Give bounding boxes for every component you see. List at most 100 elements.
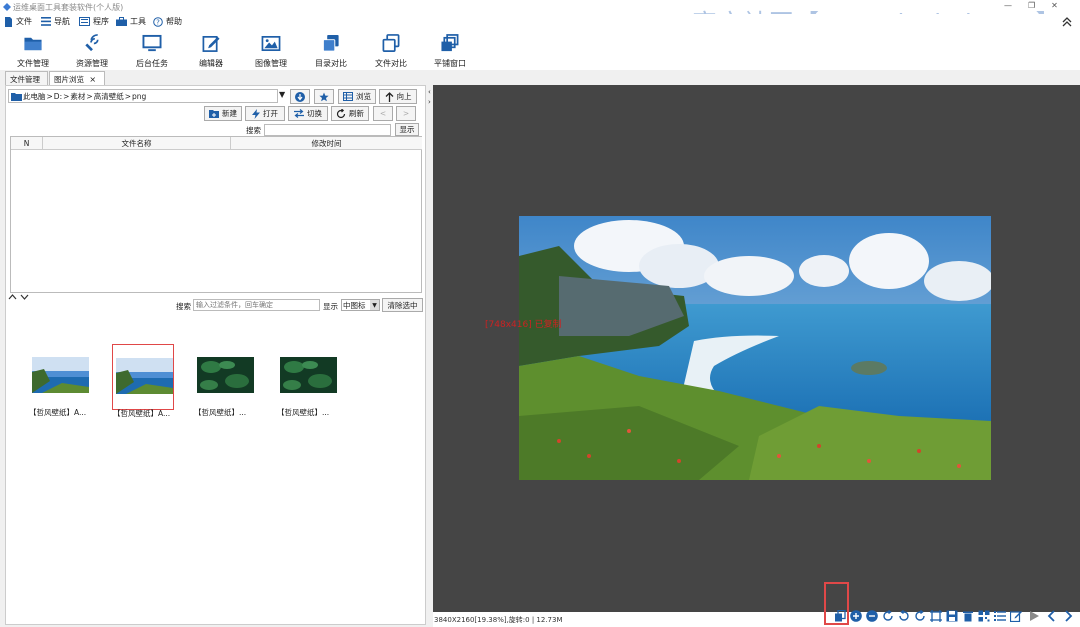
separator-icon: > <box>124 91 131 101</box>
tab-file-manager[interactable]: 文件管理 <box>5 71 48 85</box>
next-icon[interactable] <box>1062 610 1074 622</box>
show-button[interactable]: 显示 <box>395 123 419 136</box>
preview-image[interactable] <box>519 216 991 480</box>
rotate-right-icon[interactable] <box>914 610 926 622</box>
forward-button[interactable]: > <box>396 106 416 121</box>
thumbnail-image <box>116 358 173 394</box>
thumbnail-item[interactable]: 【哲风壁纸】... <box>277 344 339 417</box>
thumbnail-filter-bar: 搜索 显示 中图标 ▼ 清除选中 <box>6 294 427 314</box>
tab-label: 图片浏览 <box>54 75 84 84</box>
window-title: 运维桌面工具套装软件(个人版) <box>13 3 124 12</box>
chevron-right-icon: > <box>402 109 410 118</box>
play-icon[interactable] <box>1028 610 1040 622</box>
menu-navigate[interactable]: 导航 <box>41 15 70 28</box>
image-manager-button[interactable]: 图像管理 <box>241 31 301 69</box>
image-status: 3840X2160[19.38%],旋转:0 | 12.73M <box>434 616 563 624</box>
column-header-filename[interactable]: 文件名称 <box>43 137 231 150</box>
zoom-out-icon[interactable] <box>866 610 878 622</box>
refresh-icon[interactable] <box>882 610 894 622</box>
compare-file-icon <box>382 34 400 52</box>
separator-icon: > <box>46 91 53 101</box>
directory-compare-button[interactable]: 目录对比 <box>301 31 361 69</box>
file-icon <box>5 16 12 27</box>
menu-label: 程序 <box>93 17 109 26</box>
menu-tools[interactable]: 工具 <box>116 15 146 28</box>
chevron-down-icon[interactable] <box>20 293 29 301</box>
zoom-in-icon[interactable] <box>850 610 862 622</box>
open-button[interactable]: 打开 <box>245 106 285 121</box>
up-button[interactable]: 向上 <box>379 89 417 104</box>
file-manager-button[interactable]: 文件管理 <box>3 31 63 69</box>
browse-button[interactable]: 浏览 <box>338 89 376 104</box>
save-icon[interactable] <box>946 610 958 622</box>
file-table: N 文件名称 修改时间 <box>10 136 422 293</box>
search-input[interactable] <box>264 124 391 136</box>
satellite-icon <box>85 34 99 52</box>
compare-folder-icon <box>322 34 339 52</box>
qr-icon[interactable] <box>978 610 990 622</box>
app-logo-icon <box>3 3 11 11</box>
expand-right-icon[interactable]: › <box>428 98 431 106</box>
favorite-button[interactable] <box>314 89 334 104</box>
chevron-left-icon: < <box>379 109 387 118</box>
editor-button[interactable]: 编辑器 <box>181 31 241 69</box>
address-bar[interactable]: 此电脑 > D: > 素材 > 高清壁纸 > png <box>8 89 278 103</box>
toolbar-label: 资源管理 <box>76 59 108 68</box>
menu-file[interactable]: 文件 <box>4 15 32 28</box>
button-label: 刷新 <box>349 109 364 118</box>
filter-input[interactable] <box>193 299 320 311</box>
toolbar-label: 后台任务 <box>136 59 168 68</box>
collapse-ribbon-icon[interactable] <box>1062 17 1072 27</box>
collapse-left-icon[interactable]: ‹ <box>428 88 431 96</box>
menu-label: 导航 <box>54 17 70 26</box>
background-task-button[interactable]: 后台任务 <box>122 31 182 69</box>
thumbnail-item[interactable]: 【哲风壁纸】A... <box>29 344 91 417</box>
thumbnail-item[interactable]: 【哲风壁纸】... <box>194 344 256 417</box>
prev-icon[interactable] <box>1046 610 1058 622</box>
back-button[interactable]: < <box>373 106 393 121</box>
button-label: 切换 <box>307 109 322 118</box>
delete-icon[interactable] <box>962 610 974 622</box>
search-label: 搜索 <box>246 126 261 135</box>
tab-image-browser[interactable]: 图片浏览 × <box>49 71 105 85</box>
edit-icon <box>202 35 220 52</box>
resource-manager-button[interactable]: 资源管理 <box>62 31 122 69</box>
file-browser-panel: 此电脑 > D: > 素材 > 高清壁纸 > png ▼ 浏览 向上 新建 打开 切换 … <box>5 85 426 625</box>
address-segment[interactable]: D: <box>54 92 62 101</box>
copied-overlay-text: [748x416] 已复制 <box>485 320 562 330</box>
button-label: 显示 <box>399 125 415 134</box>
rotate-left-icon[interactable] <box>898 610 910 622</box>
column-header-modified[interactable]: 修改时间 <box>231 137 422 150</box>
refresh-button[interactable]: 刷新 <box>331 106 369 121</box>
highlight-box <box>824 582 849 625</box>
tab-close-icon[interactable]: × <box>89 75 96 84</box>
icon-size-select[interactable]: 中图标 ▼ <box>341 299 380 311</box>
image-icon <box>261 35 281 52</box>
download-button[interactable] <box>290 89 310 104</box>
fit-icon[interactable] <box>930 610 942 622</box>
list-icon[interactable] <box>994 610 1006 622</box>
clear-selection-button[interactable]: 清除选中 <box>382 298 423 312</box>
switch-button[interactable]: 切换 <box>288 106 328 121</box>
file-compare-button[interactable]: 文件对比 <box>361 31 421 69</box>
chevron-up-icon[interactable] <box>8 293 17 301</box>
refresh-icon <box>336 108 346 118</box>
menu-program[interactable]: 程序 <box>79 15 109 28</box>
main-toolbar: 文件管理 资源管理 后台任务 编辑器 图像管理 目录对比 文件对比 平铺窗口 <box>0 29 1080 70</box>
thumbnail-item[interactable]: 【哲风壁纸】A... <box>112 344 174 418</box>
address-segment[interactable]: png <box>132 92 146 101</box>
tile-windows-button[interactable]: 平铺窗口 <box>420 31 480 69</box>
toolbar-label: 图像管理 <box>255 59 287 68</box>
new-folder-icon <box>209 110 219 118</box>
address-segment[interactable]: 素材 <box>70 91 85 102</box>
address-segment[interactable]: 此电脑 <box>23 91 46 102</box>
column-header-n[interactable]: N <box>11 137 43 150</box>
address-dropdown-icon[interactable]: ▼ <box>279 90 285 99</box>
edit-icon[interactable] <box>1010 610 1022 622</box>
address-segment[interactable]: 高清壁纸 <box>94 91 124 102</box>
new-button[interactable]: 新建 <box>204 106 242 121</box>
menu-help[interactable]: ? 帮助 <box>153 15 182 28</box>
toolbar-label: 平铺窗口 <box>434 59 466 68</box>
menu-icon <box>41 17 51 26</box>
menu-bar: 文件 导航 程序 工具 ? 帮助 <box>0 14 1080 29</box>
